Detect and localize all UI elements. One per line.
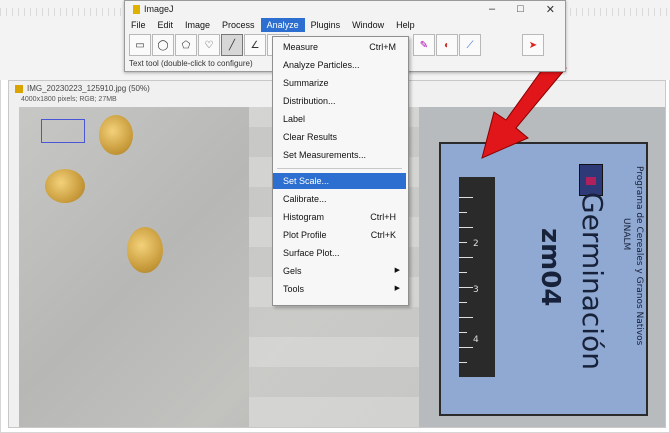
menu-item-tools[interactable]: Tools ▶ [273, 281, 406, 297]
menu-item-surface-plot[interactable]: Surface Plot... [273, 245, 406, 261]
menu-plugins[interactable]: Plugins [305, 18, 347, 32]
maximize-button[interactable]: □ [517, 3, 524, 16]
menu-item-set-measurements[interactable]: Set Measurements... [273, 147, 406, 163]
menu-analyze[interactable]: Analyze [260, 18, 305, 32]
menu-process[interactable]: Process [216, 18, 261, 32]
menu-help[interactable]: Help [390, 18, 421, 32]
menu-item-plot-profile[interactable]: Plot Profile Ctrl+K [273, 227, 406, 243]
oval-tool-icon[interactable]: ◯ [152, 34, 174, 56]
menu-item-distribution[interactable]: Distribution... [273, 93, 406, 109]
image-window-title-text: IMG_20230223_125910.jpg (50%) [27, 84, 150, 93]
close-button[interactable]: ✕ [546, 3, 555, 16]
seed [127, 227, 163, 273]
label-org-line2: UNALM [621, 218, 631, 251]
angle-tool-icon[interactable]: ∠ [244, 34, 266, 56]
menu-item-clear-results[interactable]: Clear Results [273, 129, 406, 145]
toolbar-right: ✎ ◐ ⟋ ➤ [413, 34, 544, 56]
submenu-arrow-icon: ▶ [394, 267, 400, 274]
menu-file[interactable]: File [125, 18, 152, 32]
menu-separator [277, 168, 402, 169]
toolbar: ▭ ◯ ⬠ ♡ ╱ ∠ ✣ [129, 34, 289, 56]
freehand-tool-icon[interactable]: ♡ [198, 34, 220, 56]
submenu-arrow-icon: ▶ [394, 285, 400, 292]
brush-tool-icon[interactable]: ⟋ [459, 34, 481, 56]
seed [99, 115, 133, 155]
menu-item-measure[interactable]: Measure Ctrl+M [273, 39, 406, 55]
menu-window[interactable]: Window [346, 18, 390, 32]
line-tool-icon[interactable]: ╱ [221, 34, 243, 56]
wand-tool-icon[interactable]: ✎ [413, 34, 435, 56]
imagej-title-bar: ImageJ [133, 4, 174, 14]
image-window-title: IMG_20230223_125910.jpg (50%) [15, 84, 150, 93]
imagej-image-icon [15, 84, 23, 93]
imagej-title: ImageJ [144, 4, 174, 14]
menu-image[interactable]: Image [179, 18, 216, 32]
ruler-number: 4 [473, 335, 479, 345]
dropper-tool-icon[interactable]: ◐ [436, 34, 458, 56]
menu-item-analyze-particles[interactable]: Analyze Particles... [273, 57, 406, 73]
rectangle-tool-icon[interactable]: ▭ [129, 34, 151, 56]
menu-item-summarize[interactable]: Summarize [273, 75, 406, 91]
window-controls: – □ ✕ [489, 3, 555, 16]
ruler-number: 3 [473, 285, 479, 295]
label-code: zm04 [535, 228, 565, 307]
menu-item-calibrate[interactable]: Calibrate... [273, 191, 406, 207]
analyze-dropdown-menu: Measure Ctrl+M Analyze Particles... Summa… [272, 36, 409, 306]
seed [45, 169, 85, 203]
imagej-logo-icon [133, 4, 140, 14]
menu-item-set-scale[interactable]: Set Scale... [273, 173, 406, 189]
polygon-tool-icon[interactable]: ⬠ [175, 34, 197, 56]
label-org-line1: Programa de Cereales y Granos Nativos [634, 166, 644, 346]
minimize-button[interactable]: – [489, 3, 495, 16]
menu-bar: File Edit Image Process Analyze Plugins … [125, 18, 565, 32]
selection-rectangle[interactable] [41, 119, 85, 143]
menu-item-histogram[interactable]: Histogram Ctrl+H [273, 209, 406, 225]
more-tools-icon[interactable]: ➤ [522, 34, 544, 56]
image-info: 4000x1800 pixels; RGB; 27MB [21, 96, 117, 103]
label-title: Germinación [576, 192, 609, 370]
ruler-number: 2 [473, 239, 479, 249]
scale-ruler: 2 3 4 [459, 177, 495, 377]
menu-edit[interactable]: Edit [152, 18, 180, 32]
menu-item-label[interactable]: Label [273, 111, 406, 127]
menu-item-gels[interactable]: Gels ▶ [273, 263, 406, 279]
status-bar: Text tool (double-click to configure) [129, 59, 253, 68]
